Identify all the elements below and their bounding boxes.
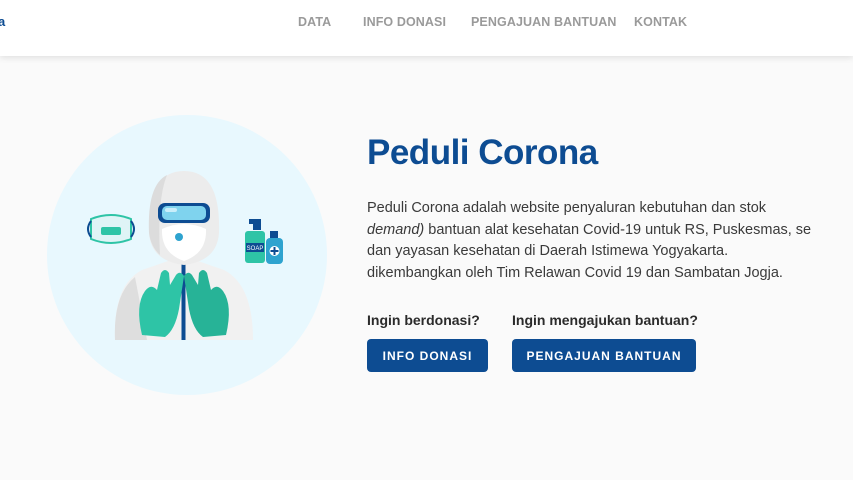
nav-link-info-donasi[interactable]: INFO DONASI bbox=[363, 15, 446, 29]
brand-logo[interactable]: a bbox=[0, 14, 5, 29]
donate-question: Ingin berdonasi? bbox=[367, 312, 480, 328]
request-question: Ingin mengajukan bantuan? bbox=[512, 312, 698, 328]
hand-sanitizer-icon: SOAP bbox=[245, 219, 265, 263]
description-line-4: dikembangkan oleh Tim Relawan Covid 19 d… bbox=[367, 265, 783, 282]
description-line-3: dan yayasan kesehatan di Daerah Istimewa… bbox=[367, 243, 729, 260]
navbar: a DATA INFO DONASI PENGAJUAN BANTUAN KON… bbox=[0, 0, 853, 56]
mask-icon bbox=[87, 214, 135, 244]
nav-link-pengajuan-bantuan[interactable]: PENGAJUAN BANTUAN bbox=[471, 15, 616, 29]
hero-description: Peduli Corona adalah website penyaluran … bbox=[367, 198, 853, 288]
page-title: Peduli Corona bbox=[367, 133, 598, 172]
health-worker-illustration: SOAP bbox=[87, 171, 283, 340]
nav-link-kontak[interactable]: KONTAK bbox=[634, 15, 687, 29]
description-line-1: Peduli Corona adalah website penyaluran … bbox=[367, 200, 767, 216]
description-demand-emphasis: demand) bbox=[367, 221, 425, 238]
info-donasi-button[interactable]: INFO DONASI bbox=[367, 339, 488, 372]
svg-text:SOAP: SOAP bbox=[247, 246, 264, 252]
nav-link-data[interactable]: DATA bbox=[298, 15, 331, 29]
description-line-2: demand) bantuan alat kesehatan Covid-19 … bbox=[367, 221, 812, 238]
pengajuan-bantuan-button[interactable]: PENGAJUAN BANTUAN bbox=[512, 339, 696, 372]
disinfectant-bottle-icon bbox=[266, 231, 283, 264]
